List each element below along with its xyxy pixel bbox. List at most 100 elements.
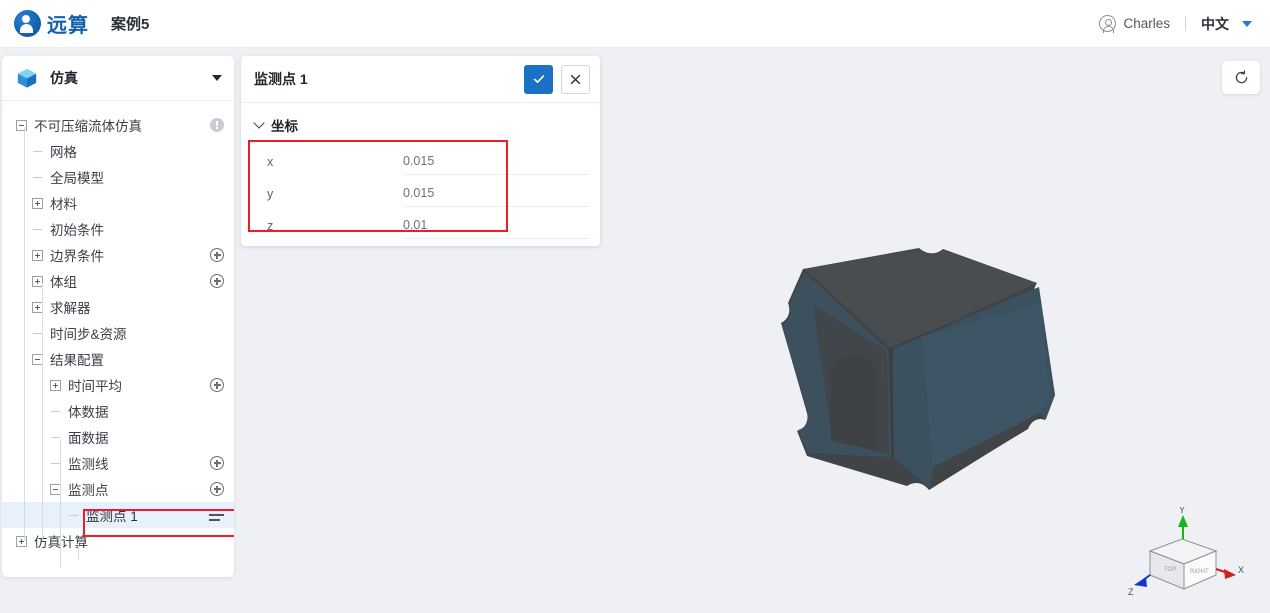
tree-item-label: 时间步&资源	[50, 327, 127, 342]
check-icon	[533, 75, 544, 83]
coordinate-input[interactable]: 0.015	[403, 186, 590, 207]
tree-item[interactable]: 初始条件	[2, 216, 234, 242]
3d-viewport[interactable]: TOP RIGHT Y X Z	[609, 55, 1270, 613]
collapse-icon[interactable]	[16, 119, 27, 131]
tree-guide-line	[60, 439, 61, 567]
yuansuan-logo-icon	[14, 10, 41, 37]
top-bar: 远算 案例5 Charles 中文	[0, 0, 1270, 48]
tree-item-label: 初始条件	[50, 223, 104, 238]
sidebar-title: 仿真	[50, 70, 78, 86]
coordinates-section-label: 坐标	[271, 119, 298, 134]
coordinate-label: z	[267, 219, 274, 233]
user-menu[interactable]: Charles	[1099, 15, 1170, 33]
tree-item-label: 材料	[50, 197, 77, 212]
tree-item[interactable]: 求解器	[2, 294, 234, 320]
tree-item[interactable]: 结果配置	[2, 346, 234, 372]
close-icon	[570, 74, 581, 84]
coordinate-row: y 0.015	[241, 175, 600, 207]
cancel-button[interactable]	[561, 64, 590, 94]
coordinate-label: y	[267, 187, 274, 201]
tree-guide-line	[42, 283, 43, 541]
chevron-down-icon[interactable]	[1242, 20, 1252, 27]
coordinate-row: x 0.015	[241, 143, 600, 175]
confirm-button[interactable]	[524, 64, 553, 94]
add-item-icon[interactable]	[210, 482, 224, 496]
divider	[1185, 16, 1186, 31]
add-item-icon[interactable]	[210, 456, 224, 470]
gizmo-axis-z-label: Z	[1128, 587, 1134, 597]
orientation-gizmo[interactable]: TOP RIGHT Y X Z	[1128, 507, 1248, 603]
tree-item[interactable]: 体数据	[2, 398, 234, 424]
3d-model-geometry[interactable]	[769, 245, 1079, 525]
tree-item[interactable]: 监测点	[2, 476, 234, 502]
gizmo-face-right: RIGHT	[1190, 569, 1209, 575]
tree-item-label: 监测线	[68, 457, 109, 472]
list-menu-icon[interactable]	[209, 509, 224, 521]
chevron-down-icon[interactable]	[212, 75, 222, 81]
tree-item[interactable]: 材料	[2, 190, 234, 216]
tree-item-label: 监测点 1	[86, 509, 138, 524]
top-bar-right: Charles 中文	[1099, 14, 1252, 34]
tree-item-label: 不可压缩流体仿真	[34, 119, 142, 134]
brand-name: 远算	[47, 15, 89, 37]
tree-item[interactable]: 边界条件	[2, 242, 234, 268]
info-icon[interactable]	[210, 118, 224, 132]
tree-item-label: 监测点	[68, 483, 109, 498]
app-logo[interactable]: 远算	[14, 9, 89, 38]
expand-icon[interactable]	[32, 197, 43, 209]
tree-item[interactable]: 体组	[2, 268, 234, 294]
tree-item[interactable]: 仿真计算	[2, 528, 234, 554]
cube-icon	[17, 68, 37, 88]
tree-item-label: 体组	[50, 275, 77, 290]
tree-branch-stub-icon	[32, 172, 43, 183]
tree-item-label: 网格	[50, 145, 77, 160]
properties-panel: 监测点 1 坐标 x 0.015 y 0.015 z 0.01	[241, 56, 600, 246]
language-selector[interactable]: 中文	[1201, 14, 1229, 34]
tree-item-label: 结果配置	[50, 353, 104, 368]
gizmo-face-top: TOP	[1164, 567, 1176, 573]
tree-item-label: 面数据	[68, 431, 109, 446]
chevron-down-icon	[253, 117, 265, 129]
user-circle-icon	[1099, 15, 1117, 33]
tree-item-label: 全局模型	[50, 171, 104, 186]
gizmo-axis-y-label: Y	[1179, 507, 1185, 515]
reset-view-icon	[1235, 70, 1247, 84]
tree-item-label: 体数据	[68, 405, 109, 420]
tree-branch-stub-icon	[32, 146, 43, 157]
case-title: 案例5	[111, 16, 150, 33]
tree-item[interactable]: 全局模型	[2, 164, 234, 190]
tree-guide-line	[24, 127, 25, 541]
coordinates-section-header[interactable]: 坐标	[241, 103, 600, 143]
reset-view-button[interactable]	[1222, 61, 1260, 94]
tree-item[interactable]: 面数据	[2, 424, 234, 450]
expand-icon[interactable]	[32, 249, 43, 261]
add-item-icon[interactable]	[210, 274, 224, 288]
properties-header: 监测点 1	[241, 56, 600, 103]
tree-guide-line	[78, 543, 79, 559]
tree-branch-stub-icon	[50, 406, 61, 417]
sidebar-panel: 仿真 不可压缩流体仿真网格全局模型材料初始条件边界条件体组求解器时间步&资源 结果…	[2, 56, 234, 577]
add-item-icon[interactable]	[210, 378, 224, 392]
tree-item-label: 时间平均	[68, 379, 122, 394]
coordinate-label: x	[267, 155, 274, 169]
panel-title: 监测点 1	[254, 71, 308, 87]
expand-icon[interactable]	[50, 379, 61, 391]
gizmo-axis-x-label: X	[1238, 565, 1244, 575]
tree-item[interactable]: 不可压缩流体仿真	[2, 112, 234, 138]
simulation-tree: 不可压缩流体仿真网格全局模型材料初始条件边界条件体组求解器时间步&资源 结果配置时…	[2, 101, 234, 567]
tree-branch-stub-icon	[68, 510, 79, 521]
tree-item[interactable]: 监测线	[2, 450, 234, 476]
tree-item[interactable]: 网格	[2, 138, 234, 164]
panel-actions	[524, 64, 590, 94]
tree-item[interactable]: 时间平均	[2, 372, 234, 398]
coordinate-input[interactable]: 0.015	[403, 154, 590, 175]
tree-item[interactable]: 时间步&资源	[2, 320, 234, 346]
tree-item-label: 边界条件	[50, 249, 104, 264]
coordinate-input[interactable]: 0.01	[403, 218, 590, 239]
sidebar-header[interactable]: 仿真	[2, 56, 234, 101]
user-name: Charles	[1123, 16, 1170, 31]
tree-item-label: 求解器	[50, 301, 91, 316]
expand-icon[interactable]	[16, 535, 27, 547]
tree-item[interactable]: 监测点 1	[2, 502, 234, 528]
add-item-icon[interactable]	[210, 248, 224, 262]
